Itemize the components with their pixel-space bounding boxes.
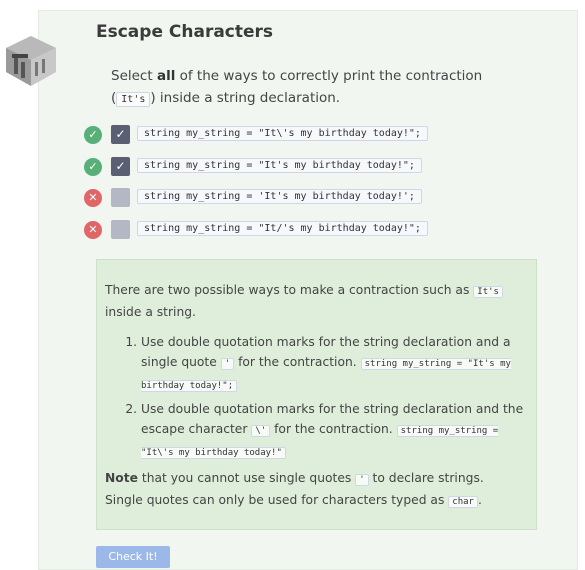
building-logo-icon xyxy=(6,36,56,86)
list-item: Use double quotation marks for the strin… xyxy=(141,399,536,463)
option-code: string my_string = 'It's my birthday tod… xyxy=(137,189,422,204)
explanation-list: Use double quotation marks for the strin… xyxy=(121,332,536,466)
list-item: Use double quotation marks for the strin… xyxy=(141,332,536,396)
option-checkbox[interactable] xyxy=(111,220,130,239)
question-code: It's xyxy=(116,92,151,107)
option-checkbox[interactable]: ✓ xyxy=(111,157,130,176)
option-code: string my_string = "It\'s my birthday to… xyxy=(137,126,428,141)
option-code: string my_string = "It's my birthday tod… xyxy=(137,158,422,173)
check-circle-icon: ✓ xyxy=(84,158,102,176)
x-circle-icon: ✕ xyxy=(84,221,102,239)
x-circle-icon: ✕ xyxy=(84,189,102,207)
page-title: Escape Characters xyxy=(96,22,274,42)
explanation-note: Note that you cannot use single quotes '… xyxy=(105,471,484,508)
option-checkbox[interactable]: ✓ xyxy=(111,125,130,144)
check-circle-icon: ✓ xyxy=(84,126,102,144)
question-text: Select all of the ways to correctly prin… xyxy=(111,68,483,107)
option-checkbox[interactable] xyxy=(111,188,130,207)
explanation-box: There are two possible ways to make a co… xyxy=(96,259,537,530)
check-it-button[interactable]: Check It! xyxy=(96,546,170,568)
option-code: string my_string = "It/'s my birthday to… xyxy=(137,221,428,236)
explanation-intro: There are two possible ways to make a co… xyxy=(105,280,525,322)
